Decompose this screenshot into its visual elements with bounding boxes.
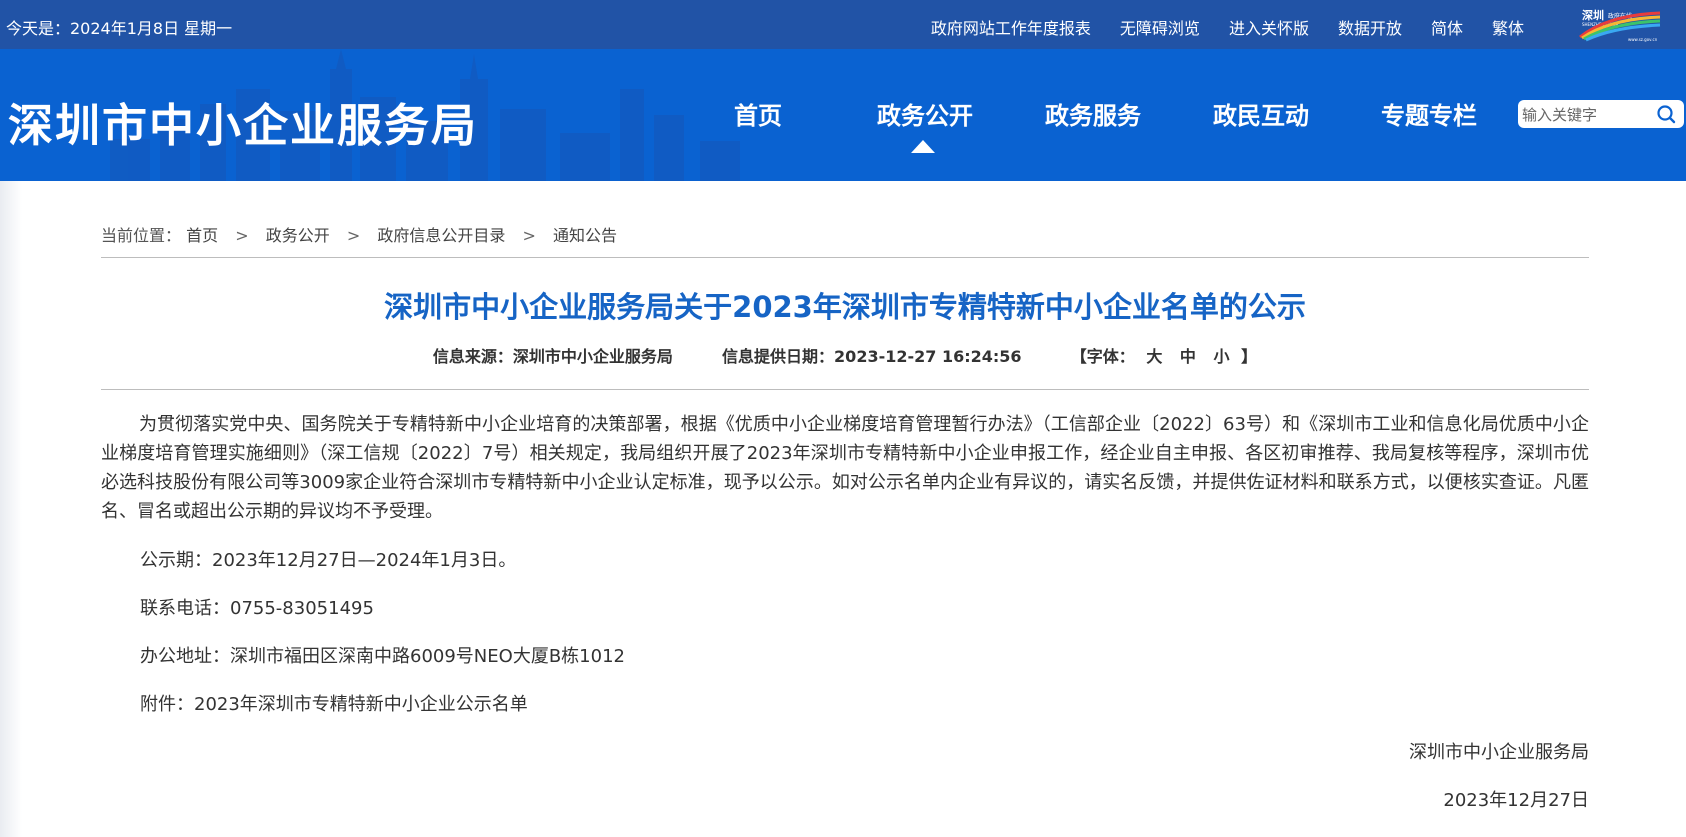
annual-report-link[interactable]: 政府网站工作年度报表	[931, 15, 1091, 39]
article-title: 深圳市中小企业服务局关于2023年深圳市专精特新中小企业名单的公示	[384, 290, 1306, 324]
breadcrumb: 当前位置： 首页 > 政务公开 > 政府信息公开目录 > 通知公告	[101, 222, 617, 246]
utility-links: 政府网站工作年度报表 无障碍浏览 进入关怀版 数据开放 简体 繁体	[931, 15, 1524, 39]
nav-home[interactable]: 首页	[734, 96, 782, 131]
breadcrumb-government-affairs[interactable]: 政务公开	[266, 226, 330, 245]
active-nav-indicator	[911, 140, 935, 153]
article-meta: 信息来源：深圳市中小企业服务局 信息提供日期：2023-12-27 16:24:…	[101, 343, 1589, 367]
font-size-medium-button[interactable]: 中	[1180, 347, 1196, 366]
nav-government-services[interactable]: 政务服务	[1045, 96, 1141, 131]
breadcrumb-separator: >	[235, 226, 249, 245]
meta-divider	[101, 389, 1589, 390]
top-utility-bar: 今天是：2024年1月8日 星期一 政府网站工作年度报表 无障碍浏览 进入关怀版…	[0, 0, 1686, 49]
breadcrumb-separator: >	[522, 226, 536, 245]
article-paragraph: 为贯彻落实党中央、国务院关于专精特新中小企业培育的决策部署，根据《优质中小企业梯…	[101, 414, 1589, 522]
page-edge-shadow	[0, 181, 22, 837]
font-size-small-button[interactable]: 小	[1214, 347, 1230, 366]
attachment-label: 附件：	[140, 694, 194, 715]
accessibility-link[interactable]: 无障碍浏览	[1120, 15, 1200, 39]
search-icon[interactable]	[1656, 104, 1676, 124]
site-title[interactable]: 深圳市中小企业服务局	[8, 89, 478, 154]
svg-text:www.sz.gov.cn: www.sz.gov.cn	[1628, 37, 1658, 42]
svg-text:深圳: 深圳	[1582, 8, 1604, 22]
nav-special-topics[interactable]: 专题专栏	[1381, 96, 1477, 131]
current-date: 今天是：2024年1月8日 星期一	[6, 19, 233, 38]
signature-date: 2023年12月27日	[1443, 790, 1589, 811]
breadcrumb-separator: >	[346, 226, 361, 245]
font-size-large-button[interactable]: 大	[1146, 347, 1162, 366]
open-data-link[interactable]: 数据开放	[1338, 15, 1402, 39]
breadcrumb-info-catalog[interactable]: 政府信息公开目录	[377, 226, 505, 245]
nav-government-affairs[interactable]: 政务公开	[877, 96, 973, 131]
font-size-close-bracket: 】	[1241, 347, 1258, 366]
search-input[interactable]	[1520, 102, 1644, 128]
attachment-link[interactable]: 2023年深圳市专精特新中小企业公示名单	[194, 694, 528, 715]
signature-organization: 深圳市中小企业服务局	[1409, 742, 1589, 763]
office-address: 办公地址：深圳市福田区深南中路6009号NEO大厦B栋1012	[140, 646, 625, 667]
breadcrumb-prefix: 当前位置：	[101, 226, 182, 245]
article-source: 信息来源：深圳市中小企业服务局	[432, 347, 673, 366]
traditional-chinese-link[interactable]: 繁体	[1492, 15, 1524, 39]
font-size-label: 【字体：	[1070, 347, 1135, 366]
site-header: 深圳市中小企业服务局 首页 政务公开 政务服务 政民互动 专题专栏	[0, 49, 1686, 181]
contact-phone: 联系电话：0755-83051495	[140, 598, 374, 619]
article-date: 信息提供日期：2023-12-27 16:24:56	[722, 347, 1022, 366]
care-mode-link[interactable]: 进入关怀版	[1229, 15, 1309, 39]
simplified-chinese-link[interactable]: 简体	[1431, 15, 1463, 39]
search-box	[1518, 100, 1684, 128]
publicity-period: 公示期：2023年12月27日—2024年1月3日。	[140, 550, 517, 571]
attachment-line: 附件：2023年深圳市专精特新中小企业公示名单	[140, 690, 528, 716]
shenzhen-government-logo[interactable]: 深圳 政府在线 SHENZHEN CHINA www.sz.gov.cn	[1578, 5, 1662, 43]
nav-public-interaction[interactable]: 政民互动	[1213, 96, 1309, 131]
breadcrumb-notices[interactable]: 通知公告	[553, 226, 617, 245]
breadcrumb-divider	[101, 257, 1589, 258]
breadcrumb-home[interactable]: 首页	[186, 226, 218, 245]
